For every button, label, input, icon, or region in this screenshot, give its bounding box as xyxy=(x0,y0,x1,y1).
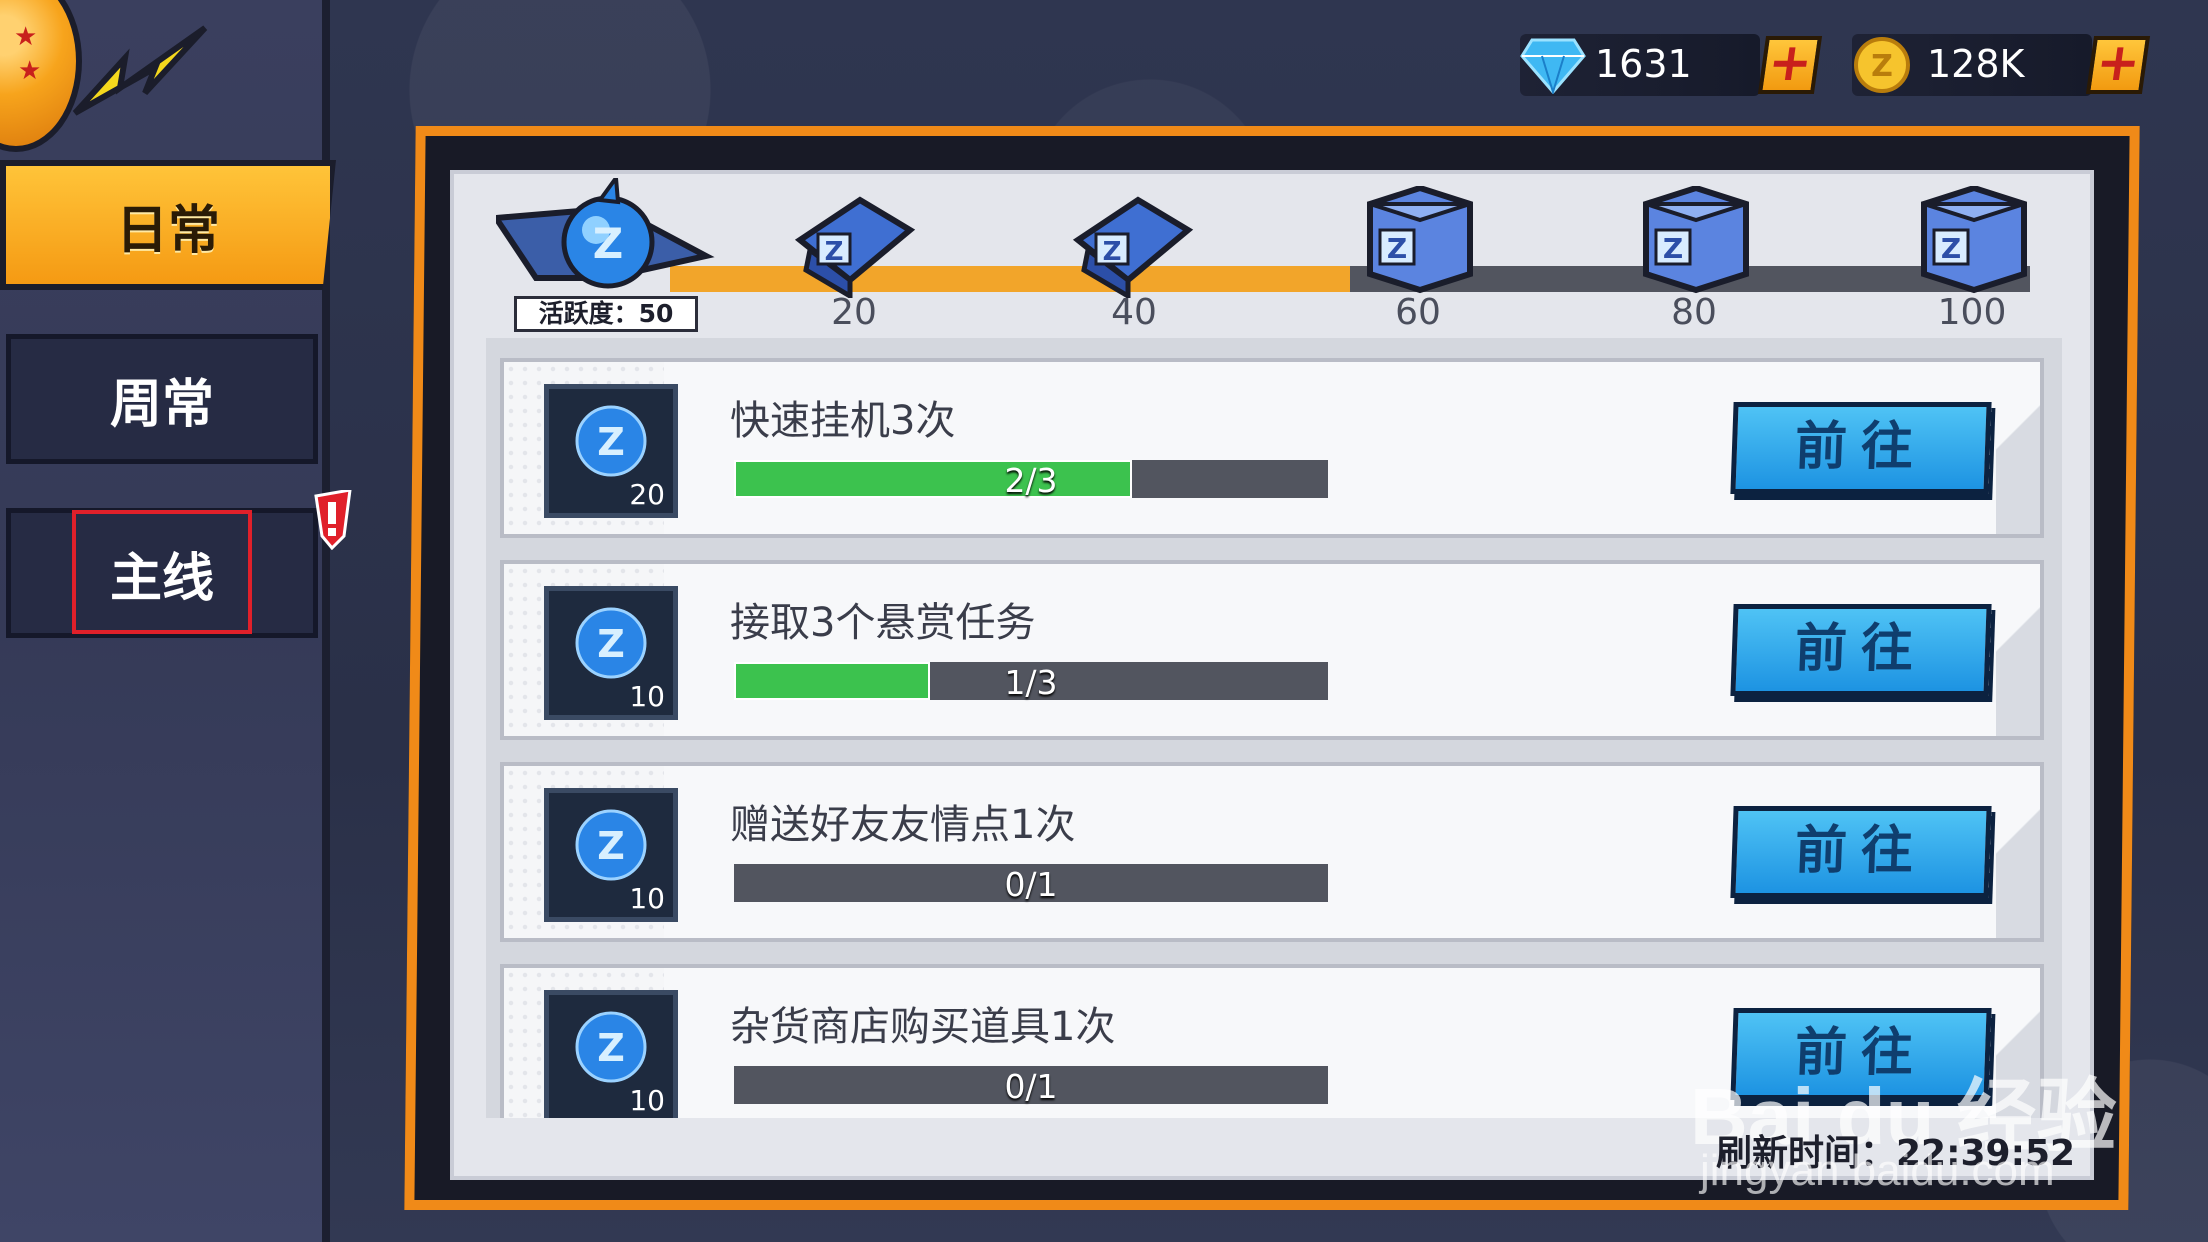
add-gems-button[interactable]: + xyxy=(1757,33,1823,94)
activity-orb-icon: Z xyxy=(575,1011,647,1083)
reward-count: 10 xyxy=(629,882,665,915)
quest-progress-text: 0/1 xyxy=(1004,1067,1058,1106)
quest-row: Z 20 快速挂机3次 2/3 前往 xyxy=(500,358,2044,538)
milestone-label: 60 xyxy=(1395,292,1441,333)
svg-text:Z: Z xyxy=(1941,232,1961,265)
row-chevron xyxy=(1996,362,2040,534)
quest-title: 赠送好友友情点1次 xyxy=(730,802,1076,848)
coin-icon: Z xyxy=(1854,37,1910,93)
diamond-icon xyxy=(1520,38,1586,94)
gem-amount: 1631 xyxy=(1595,42,1692,86)
quest-list[interactable]: Z 20 快速挂机3次 2/3 前往 Z 10 接取3个悬赏任务 1/3 前往 xyxy=(486,338,2062,1118)
svg-text:Z: Z xyxy=(1871,49,1893,84)
reward-count: 20 xyxy=(629,478,665,511)
row-chevron xyxy=(1996,766,2040,938)
go-button[interactable]: 前往 xyxy=(1730,402,1992,494)
tab-weekly-label: 周常 xyxy=(109,374,214,435)
svg-text:Z: Z xyxy=(1103,237,1122,267)
milestone-label: 40 xyxy=(1111,292,1157,333)
quest-reward-icon: Z 10 xyxy=(544,586,678,720)
svg-text:Z: Z xyxy=(597,1026,625,1070)
reward-count: 10 xyxy=(629,680,665,713)
lightning-icon xyxy=(72,25,208,116)
activity-label: 活跃度：50 xyxy=(514,296,698,332)
quest-progress-bar: 2/3 xyxy=(734,460,1328,500)
svg-text:Z: Z xyxy=(597,420,625,464)
svg-text:Z: Z xyxy=(597,622,625,666)
tab-daily-label: 日常 xyxy=(115,200,220,261)
quest-row: Z 10 赠送好友友情点1次 0/1 前往 xyxy=(500,762,2044,942)
chest-icon-40[interactable]: Z xyxy=(1068,190,1196,298)
go-button[interactable]: 前往 xyxy=(1730,806,1992,898)
alert-icon xyxy=(314,490,352,550)
quest-progress-bar: 0/1 xyxy=(734,1066,1328,1106)
coin-counter: Z 128K xyxy=(1852,34,2092,96)
quest-progress-bar: 1/3 xyxy=(734,662,1328,702)
quest-reward-icon: Z 10 xyxy=(544,788,678,922)
add-coins-button[interactable]: + xyxy=(2085,33,2151,94)
svg-text:Z: Z xyxy=(1387,232,1407,265)
gem-counter: 1631 xyxy=(1520,34,1760,96)
coin-amount: 128K xyxy=(1927,42,2025,86)
activity-orb-icon: Z xyxy=(575,405,647,477)
quest-title: 快速挂机3次 xyxy=(730,398,956,444)
quest-progress-text: 1/3 xyxy=(1004,663,1058,702)
quest-progress-text: 0/1 xyxy=(1004,865,1058,904)
quest-progress-text: 2/3 xyxy=(1004,461,1058,500)
svg-text:Z: Z xyxy=(597,824,625,868)
tab-daily[interactable]: 日常 xyxy=(0,160,336,290)
chest-icon-20[interactable]: Z xyxy=(790,190,918,298)
activity-orb-icon: Z xyxy=(575,809,647,881)
activity-orb-icon: Z xyxy=(575,607,647,679)
chest-icon-80[interactable]: Z xyxy=(1632,186,1760,294)
tab-weekly[interactable]: 周常 xyxy=(6,334,318,464)
activity-progress-fill xyxy=(670,266,1350,292)
watermark-site: jingyan.baidu.com xyxy=(1700,1146,2055,1195)
reward-count: 10 xyxy=(629,1084,665,1117)
go-button[interactable]: 前往 xyxy=(1730,604,1992,696)
quest-reward-icon: Z 20 xyxy=(544,384,678,518)
milestone-label: 20 xyxy=(831,292,877,333)
quest-progress-bar: 0/1 xyxy=(734,864,1328,904)
quest-title: 杂货商店购买道具1次 xyxy=(730,1004,1116,1050)
milestone-label: 80 xyxy=(1671,292,1717,333)
quest-title: 接取3个悬赏任务 xyxy=(730,600,1036,646)
svg-text:Z: Z xyxy=(1663,232,1683,265)
milestone-label: 100 xyxy=(1937,292,2007,333)
highlight-box xyxy=(72,510,252,634)
chest-icon-60[interactable]: Z xyxy=(1356,186,1484,294)
quest-reward-icon: Z 10 xyxy=(544,990,678,1118)
svg-text:Z: Z xyxy=(593,219,623,268)
row-chevron xyxy=(1996,564,2040,736)
svg-text:Z: Z xyxy=(825,237,844,267)
chest-icon-100[interactable]: Z xyxy=(1910,186,2038,294)
quest-row: Z 10 接取3个悬赏任务 1/3 前往 xyxy=(500,560,2044,740)
